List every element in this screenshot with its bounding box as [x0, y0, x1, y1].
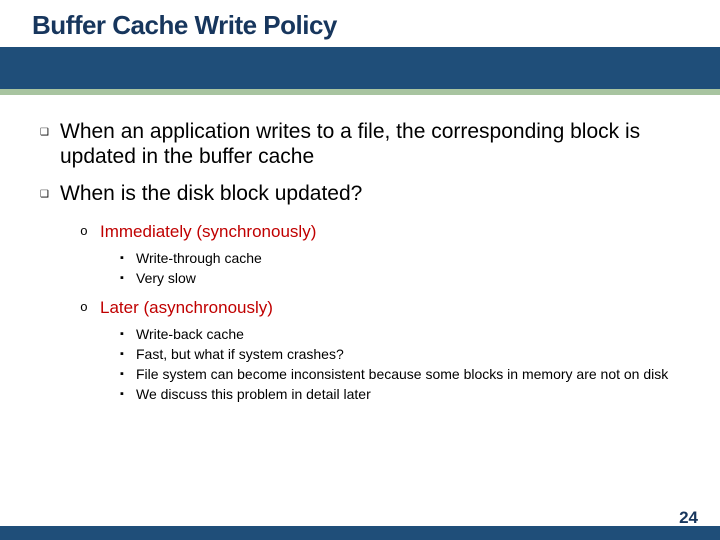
- sub-text: We discuss this problem in detail later: [136, 385, 371, 403]
- option-1-label: Immediately (synchronously): [100, 221, 316, 243]
- slide: Buffer Cache Write Policy ❑ When an appl…: [0, 0, 720, 540]
- option-1-subs: ▪ Write-through cache ▪ Very slow: [120, 249, 680, 287]
- list-item: ▪ Write-through cache: [120, 249, 680, 267]
- square-filled-bullet-icon: ▪: [120, 365, 136, 383]
- bullet-2-text: When is the disk block updated?: [60, 181, 362, 206]
- slide-title: Buffer Cache Write Policy: [32, 10, 720, 41]
- square-filled-bullet-icon: ▪: [120, 249, 136, 267]
- sub-text: Fast, but what if system crashes?: [136, 345, 344, 363]
- footer: [0, 526, 720, 540]
- title-area: Buffer Cache Write Policy: [0, 0, 720, 41]
- option-2-subs: ▪ Write-back cache ▪ Fast, but what if s…: [120, 325, 680, 403]
- square-filled-bullet-icon: ▪: [120, 269, 136, 287]
- square-filled-bullet-icon: ▪: [120, 325, 136, 343]
- option-1: o Immediately (synchronously): [80, 221, 680, 243]
- sub-text: File system can become inconsistent beca…: [136, 365, 668, 383]
- square-bullet-icon: ❑: [40, 119, 60, 147]
- bullet-2: ❑ When is the disk block updated?: [40, 181, 680, 209]
- sub-text: Write-back cache: [136, 325, 244, 343]
- square-filled-bullet-icon: ▪: [120, 385, 136, 403]
- option-2-label: Later (asynchronously): [100, 297, 273, 319]
- list-item: ▪ Write-back cache: [120, 325, 680, 343]
- sub-text: Write-through cache: [136, 249, 262, 267]
- list-item: ▪ File system can become inconsistent be…: [120, 365, 680, 383]
- option-2: o Later (asynchronously): [80, 297, 680, 319]
- square-bullet-icon: ❑: [40, 181, 60, 209]
- list-item: ▪ Very slow: [120, 269, 680, 287]
- footer-blue-bar: [0, 526, 720, 540]
- header-blue-bar: [0, 47, 720, 89]
- page-number: 24: [679, 508, 698, 528]
- sub-text: Very slow: [136, 269, 196, 287]
- circle-bullet-icon: o: [80, 221, 100, 243]
- bullet-1-text: When an application writes to a file, th…: [60, 119, 680, 169]
- list-item: ▪ Fast, but what if system crashes?: [120, 345, 680, 363]
- bullet-1: ❑ When an application writes to a file, …: [40, 119, 680, 169]
- content-area: ❑ When an application writes to a file, …: [0, 95, 720, 403]
- circle-bullet-icon: o: [80, 297, 100, 319]
- square-filled-bullet-icon: ▪: [120, 345, 136, 363]
- list-item: ▪ We discuss this problem in detail late…: [120, 385, 680, 403]
